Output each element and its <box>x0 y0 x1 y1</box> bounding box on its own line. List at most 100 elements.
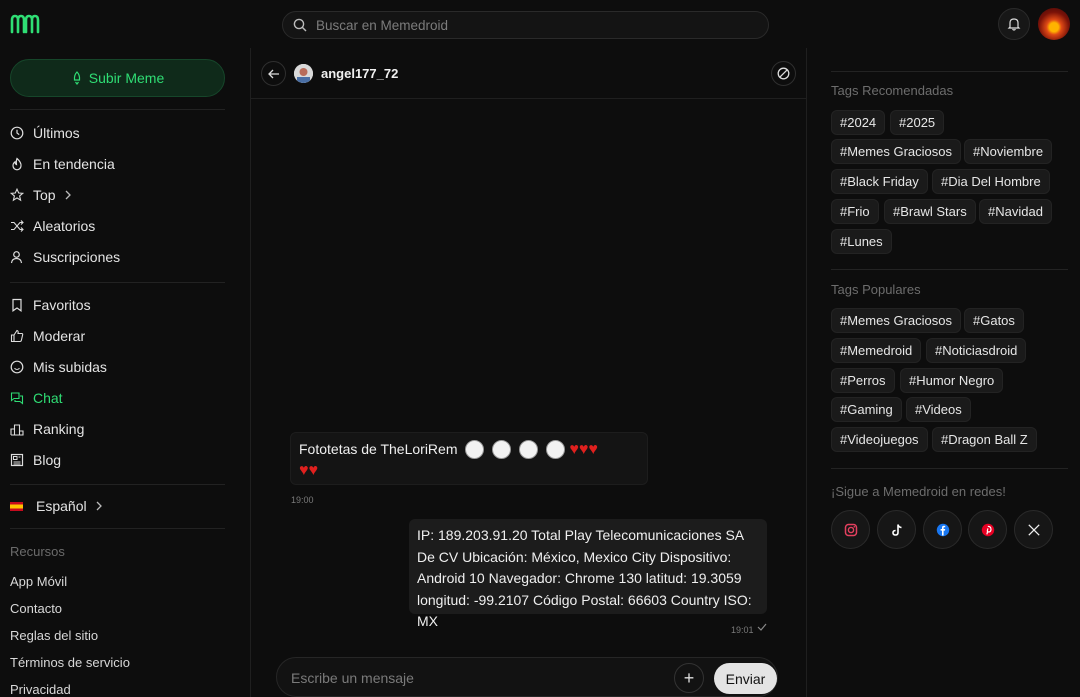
message-outgoing: IP: 189.203.91.20 Total Play Telecomunic… <box>409 519 767 629</box>
sidebar-item-label: Chat <box>33 390 63 406</box>
divider <box>10 109 225 110</box>
sidebar-item-ranking[interactable]: Ranking <box>10 418 84 440</box>
tag-chip[interactable]: #2024 <box>831 110 886 135</box>
sidebar-item-top[interactable]: Top <box>10 184 72 206</box>
sidebar-item-aleatorios[interactable]: Aleatorios <box>10 215 95 237</box>
sidebar-item-suscripciones[interactable]: Suscripciones <box>10 246 120 268</box>
newspaper-icon <box>10 453 24 467</box>
chat-username[interactable]: angel177_72 <box>321 66 398 81</box>
tag-chip[interactable]: #Perros <box>831 368 895 393</box>
sidebar-item-moderar[interactable]: Moderar <box>10 325 85 347</box>
rocket-icon <box>73 71 80 85</box>
search-placeholder: Buscar en Memedroid <box>316 17 449 33</box>
tag-chip[interactable]: #Gatos <box>964 308 1024 333</box>
instagram-icon <box>844 523 857 536</box>
smile-icon <box>10 360 24 374</box>
instagram-button[interactable] <box>831 510 870 549</box>
pinterest-icon <box>981 523 994 536</box>
tag-chip[interactable]: #Noviembre <box>964 139 1053 164</box>
chat-user-avatar[interactable] <box>294 64 313 83</box>
message-time: 19:00 <box>291 495 314 505</box>
footer-link-app[interactable]: App Móvil <box>10 574 67 589</box>
sidebar-item-label: Ranking <box>33 421 85 437</box>
tag-chip[interactable]: #Navidad <box>979 199 1052 224</box>
sidebar-item-label: Blog <box>33 452 62 468</box>
arrow-left-icon <box>267 69 279 78</box>
facebook-button[interactable] <box>923 510 962 549</box>
sidebar-item-ultimos[interactable]: Últimos <box>10 122 80 144</box>
sidebar-item-mis-subidas[interactable]: Mis subidas <box>10 356 107 378</box>
resources-label: Recursos <box>10 544 65 559</box>
upload-meme-button[interactable]: Subir Meme <box>10 59 225 97</box>
message-composer[interactable]: Escribe un mensaje + Enviar <box>276 657 778 697</box>
troll-face-icon <box>519 439 539 459</box>
bell-icon <box>1007 18 1021 31</box>
sidebar-item-label: Últimos <box>33 125 80 141</box>
sidebar-item-en-tendencia[interactable]: En tendencia <box>10 153 115 175</box>
tag-chip[interactable]: #Memes Graciosos <box>831 139 961 164</box>
notifications-button[interactable] <box>998 8 1030 40</box>
tag-chip[interactable]: #Lunes <box>831 229 892 254</box>
popular-tags-label: Tags Populares <box>831 282 921 297</box>
back-button[interactable] <box>261 61 286 86</box>
user-avatar[interactable] <box>1038 8 1070 40</box>
tag-chip[interactable]: #Dragon Ball Z <box>932 427 1037 452</box>
tag-chip[interactable]: #2025 <box>890 110 945 135</box>
message-time: 19:01 <box>731 625 754 635</box>
pinterest-button[interactable] <box>968 510 1007 549</box>
x-icon <box>1027 523 1040 536</box>
language-label: Español <box>36 498 87 514</box>
plus-icon: + <box>683 667 695 688</box>
tiktok-button[interactable] <box>877 510 916 549</box>
recommended-tags-label: Tags Recomendadas <box>831 83 954 98</box>
tag-chip[interactable]: #Humor Negro <box>900 368 1004 393</box>
tag-chip[interactable]: #Videojuegos <box>831 427 928 452</box>
tag-chip[interactable]: #Black Friday <box>831 169 928 194</box>
message-text: Fototetas de TheLoriRem <box>299 441 458 457</box>
sidebar-item-label: Top <box>33 187 56 203</box>
message-incoming: Fototetas de TheLoriRem ♥♥♥ ♥♥ <box>290 432 648 485</box>
social-label: ¡Sigue a Memedroid en redes! <box>831 484 1006 499</box>
tag-chip[interactable]: #Dia Del Hombre <box>932 169 1050 194</box>
shuffle-icon <box>10 219 24 233</box>
footer-link-rules[interactable]: Reglas del sitio <box>10 628 98 643</box>
upload-meme-label: Subir Meme <box>88 70 165 86</box>
user-icon <box>10 250 24 264</box>
footer-link-privacy[interactable]: Privacidad <box>10 682 71 697</box>
tag-chip[interactable]: #Memedroid <box>831 338 922 363</box>
memedroid-logo[interactable] <box>10 14 40 34</box>
sidebar-item-label: Moderar <box>33 328 86 344</box>
clock-icon <box>10 126 24 140</box>
search-bar[interactable]: Buscar en Memedroid <box>282 11 769 39</box>
heart-icon: ♥♥ <box>299 462 318 479</box>
tag-chip[interactable]: #Videos <box>906 397 971 422</box>
tag-chip[interactable]: #Gaming <box>831 397 902 422</box>
send-button[interactable]: Enviar <box>714 663 777 694</box>
footer-link-terms[interactable]: Términos de servicio <box>10 655 130 670</box>
message-input[interactable]: Escribe un mensaje <box>291 670 414 686</box>
facebook-icon <box>936 523 949 536</box>
podium-icon <box>10 422 24 436</box>
sidebar-item-favoritos[interactable]: Favoritos <box>10 294 91 316</box>
sidebar-item-label: Suscripciones <box>33 249 121 265</box>
flame-icon <box>10 157 24 171</box>
right-panel: Tags Recomendadas #2024 #2025 #Memes Gra… <box>807 48 1080 697</box>
footer-link-contact[interactable]: Contacto <box>10 601 62 616</box>
troll-face-icon <box>492 439 512 459</box>
block-user-button[interactable] <box>771 61 796 86</box>
attach-button[interactable]: + <box>674 663 704 693</box>
tag-chip[interactable]: #Memes Graciosos <box>831 308 961 333</box>
tag-chip[interactable]: #Frio <box>831 199 879 224</box>
tag-chip[interactable]: #Noticiasdroid <box>926 338 1027 363</box>
tag-chip[interactable]: #Brawl Stars <box>884 199 976 224</box>
sidebar: Subir Meme Últimos En tendencia Top Alea… <box>0 48 251 697</box>
sidebar-item-blog[interactable]: Blog <box>10 449 61 471</box>
language-selector[interactable]: Español <box>10 495 103 517</box>
divider <box>10 484 225 485</box>
divider <box>831 269 1068 270</box>
sidebar-item-chat[interactable]: Chat <box>10 387 63 409</box>
top-bar: Buscar en Memedroid <box>0 0 1080 48</box>
x-button[interactable] <box>1014 510 1053 549</box>
search-icon <box>293 18 307 32</box>
divider <box>831 468 1068 469</box>
